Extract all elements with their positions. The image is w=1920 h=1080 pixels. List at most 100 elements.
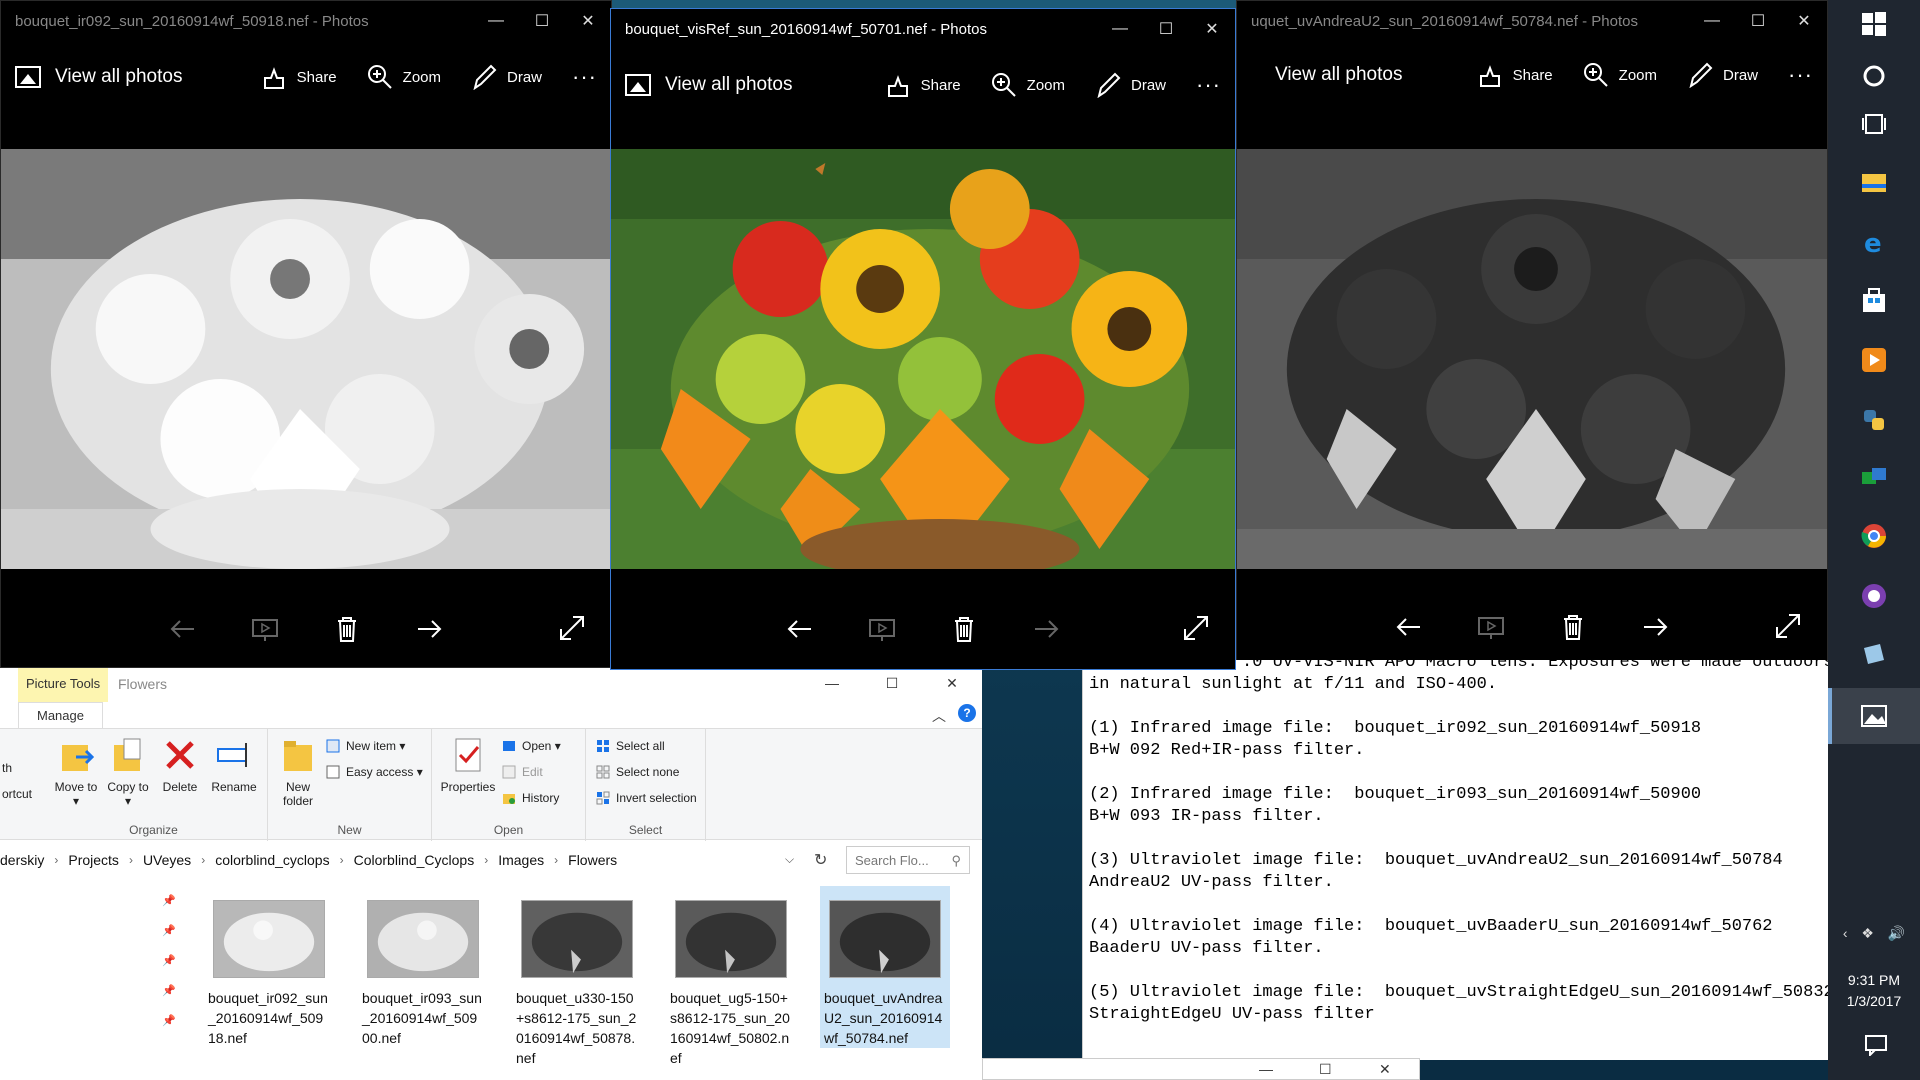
file-item[interactable]: bouquet_ug5-150+s8612-175_sun_20160914wf… — [666, 894, 796, 1068]
file-item[interactable]: bouquet_u330-150+s8612-175_sun_20160914w… — [512, 894, 642, 1068]
close-button[interactable]: ✕ — [1781, 1, 1827, 41]
fullscreen-button[interactable] — [1181, 613, 1213, 645]
previous-button[interactable] — [1393, 611, 1425, 643]
maximize-button[interactable]: ☐ — [1319, 1061, 1332, 1078]
media-player-icon[interactable] — [1860, 346, 1888, 374]
slideshow-button[interactable] — [866, 613, 898, 645]
invert-selection-button[interactable]: Invert selection — [596, 791, 697, 805]
minimize-button[interactable]: — — [473, 1, 519, 41]
next-button[interactable] — [413, 613, 445, 645]
more-options-button[interactable]: ··· — [572, 64, 597, 90]
tray-expand-chevron[interactable]: ‹ — [1843, 925, 1848, 942]
slideshow-button[interactable] — [1475, 611, 1507, 643]
view-all-photos-button[interactable]: View all photos — [1251, 64, 1402, 86]
pin-icon[interactable]: 📌 — [162, 924, 176, 937]
text-editor-window[interactable]: p .0 UV-VIS-NIR APO Macro lens. Exposure… — [1082, 660, 1828, 1060]
cortana-icon[interactable] — [1860, 62, 1888, 90]
minimize-button[interactable]: — — [1259, 1061, 1273, 1077]
breadcrumb-item[interactable]: Flowers — [568, 852, 617, 868]
open-button[interactable]: Open ▾ — [502, 739, 561, 753]
select-none-button[interactable]: Select none — [596, 765, 679, 779]
file-explorer-window[interactable]: Picture Tools Flowers — ☐ ✕ Manage ︿ ? t… — [0, 668, 982, 1080]
volume-icon[interactable]: 🔊 — [1888, 925, 1905, 942]
previous-button[interactable] — [784, 613, 816, 645]
new-item-button[interactable]: New item ▾ — [326, 739, 405, 753]
edit-button[interactable]: Edit — [502, 765, 543, 779]
photo-image-infrared[interactable] — [1, 149, 611, 569]
picture-tools-tab[interactable]: Picture Tools — [18, 668, 109, 702]
edge-icon[interactable]: e — [1860, 228, 1888, 259]
slideshow-button[interactable] — [249, 613, 281, 645]
file-item[interactable]: bouquet_ir092_sun_20160914wf_50918.nef — [204, 894, 334, 1048]
explorer-titlebar[interactable]: Picture Tools Flowers — ☐ ✕ — [0, 668, 982, 702]
minimize-button[interactable]: — — [802, 668, 862, 698]
address-dropdown-icon[interactable]: ⌵ — [785, 852, 794, 867]
maximize-button[interactable]: ☐ — [1143, 9, 1189, 49]
zoom-button[interactable]: Zoom — [367, 64, 441, 90]
close-button[interactable]: ✕ — [565, 1, 611, 41]
window-titlebar[interactable]: bouquet_ir092_sun_20160914wf_50918.nef -… — [1, 1, 611, 41]
maximize-button[interactable]: ☐ — [519, 1, 565, 41]
breadcrumb-item[interactable]: Images — [498, 852, 544, 868]
delete-button[interactable]: Delete — [158, 737, 202, 794]
task-view-icon[interactable] — [1860, 110, 1888, 138]
minimize-button[interactable]: — — [1097, 9, 1143, 49]
window-titlebar[interactable]: bouquet_visRef_sun_20160914wf_50701.nef … — [611, 9, 1235, 49]
photos-window-visible[interactable]: bouquet_visRef_sun_20160914wf_50701.nef … — [610, 8, 1236, 670]
paper-icon[interactable] — [1860, 640, 1888, 668]
draw-button[interactable]: Draw — [1687, 62, 1758, 88]
photos-window-infrared[interactable]: bouquet_ir092_sun_20160914wf_50918.nef -… — [0, 0, 612, 668]
previous-button[interactable] — [167, 613, 199, 645]
refresh-icon[interactable]: ↻ — [814, 850, 827, 870]
maximize-button[interactable]: ☐ — [1735, 1, 1781, 41]
photo-image-visible[interactable] — [611, 149, 1235, 569]
easy-access-button[interactable]: Easy access ▾ — [326, 765, 423, 779]
file-explorer-icon[interactable] — [1860, 168, 1888, 196]
maximize-button[interactable]: ☐ — [862, 668, 922, 698]
share-button[interactable]: Share — [1477, 62, 1553, 88]
photos-icon[interactable] — [1860, 702, 1888, 730]
zoom-button[interactable]: Zoom — [1583, 62, 1657, 88]
delete-photo-button[interactable] — [331, 613, 363, 645]
background-window[interactable]: — ☐ ✕ — [982, 1058, 1420, 1080]
close-button[interactable]: ✕ — [1189, 9, 1235, 49]
close-button[interactable]: ✕ — [922, 668, 982, 698]
pin-icon[interactable]: 📌 — [162, 894, 176, 907]
history-button[interactable]: History — [502, 791, 559, 805]
minimize-button[interactable]: — — [1689, 1, 1735, 41]
taskbar-clock[interactable]: 9:31 PM 1/3/2017 — [1828, 970, 1920, 1012]
breadcrumb-item[interactable]: derskiy — [0, 852, 44, 868]
github-icon[interactable] — [1860, 582, 1888, 610]
file-item-selected[interactable]: bouquet_uvAndreaU2_sun_20160914wf_50784.… — [820, 886, 950, 1048]
window-titlebar[interactable]: uquet_uvAndreaU2_sun_20160914wf_50784.ne… — [1237, 1, 1827, 41]
delete-photo-button[interactable] — [1557, 611, 1589, 643]
pin-icon[interactable]: 📌 — [162, 954, 176, 967]
close-button[interactable]: ✕ — [1379, 1061, 1391, 1078]
share-button[interactable]: Share — [885, 72, 961, 98]
dropbox-icon[interactable]: ❖ — [1861, 925, 1874, 942]
next-button[interactable] — [1639, 611, 1671, 643]
next-button[interactable] — [1030, 613, 1062, 645]
file-item[interactable]: bouquet_ir093_sun_20160914wf_50900.nef — [358, 894, 488, 1048]
fullscreen-button[interactable] — [1773, 611, 1805, 643]
search-input[interactable]: Search Flo... ⚲ — [846, 846, 970, 874]
new-folder-button[interactable]: New folder — [276, 737, 320, 808]
breadcrumb-item[interactable]: Colorblind_Cyclops — [354, 852, 475, 868]
view-all-photos-button[interactable]: View all photos — [15, 66, 182, 88]
zoom-button[interactable]: Zoom — [991, 72, 1065, 98]
pin-icon[interactable]: 📌 — [162, 1014, 176, 1027]
breadcrumb-item[interactable]: Projects — [68, 852, 119, 868]
rename-button[interactable]: Rename — [208, 737, 260, 794]
pin-icon[interactable]: 📌 — [162, 984, 176, 997]
action-center-icon[interactable] — [1864, 1034, 1888, 1058]
photos-window-ultraviolet[interactable]: uquet_uvAndreaU2_sun_20160914wf_50784.ne… — [1236, 0, 1828, 668]
share-button[interactable]: Share — [261, 64, 337, 90]
ribbon-collapse-icon[interactable]: ︿ — [932, 706, 946, 726]
help-icon[interactable]: ? — [958, 704, 976, 722]
photo-image-ultraviolet[interactable] — [1237, 149, 1827, 569]
copy-to-button[interactable]: Copy to ▾ — [106, 737, 150, 808]
breadcrumb-item[interactable]: colorblind_cyclops — [215, 852, 329, 868]
chrome-icon[interactable] — [1860, 522, 1888, 550]
fullscreen-button[interactable] — [557, 613, 589, 645]
delete-photo-button[interactable] — [948, 613, 980, 645]
